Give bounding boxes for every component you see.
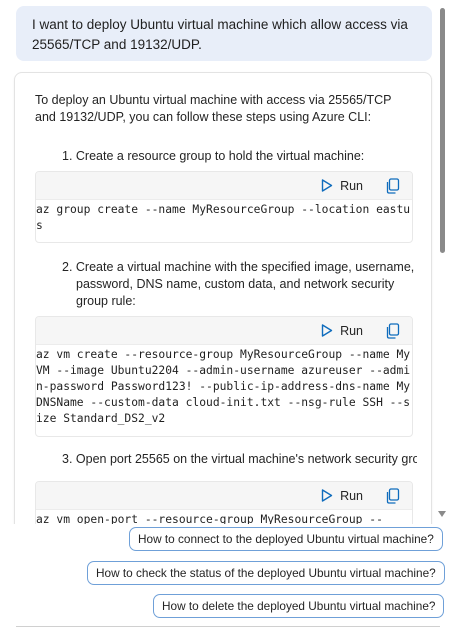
play-icon: [321, 324, 333, 337]
code-text: az vm open-port --resource-group MyResou…: [36, 513, 383, 524]
run-button-label: Run: [340, 178, 363, 193]
code-toolbar: Run: [36, 172, 412, 200]
suggestion-check-status[interactable]: How to check the status of the deployed …: [87, 561, 445, 585]
play-icon: [321, 179, 333, 192]
chat-scroll-area[interactable]: To deploy an Ubuntu virtual machine with…: [0, 64, 440, 524]
step-1-text: 1. Create a resource group to hold the v…: [62, 149, 365, 163]
run-button[interactable]: Run: [321, 324, 363, 338]
run-button-label: Run: [340, 323, 363, 338]
copy-icon[interactable]: [385, 487, 400, 504]
scrollbar-thumb[interactable]: [440, 8, 445, 253]
code-text: az vm create --resource-group MyResource…: [36, 348, 411, 425]
copy-icon[interactable]: [385, 322, 400, 339]
code-block-1: Run az group create --name MyResourceGro…: [35, 171, 413, 243]
run-button[interactable]: Run: [321, 179, 363, 193]
input-divider: [16, 626, 440, 627]
suggestion-connect[interactable]: How to connect to the deployed Ubuntu vi…: [129, 527, 443, 551]
code-text: az group create --name MyResourceGroup -…: [36, 203, 411, 232]
user-message-text: I want to deploy Ubuntu virtual machine …: [32, 17, 408, 52]
run-button[interactable]: Run: [321, 489, 363, 503]
scroll-down-arrow-icon[interactable]: [438, 511, 446, 517]
code-block-2: Run az vm create --resource-group MyReso…: [35, 316, 413, 437]
user-message-bubble: I want to deploy Ubuntu virtual machine …: [16, 6, 432, 61]
copy-icon[interactable]: [385, 177, 400, 194]
chat-scrollbar[interactable]: [438, 0, 447, 524]
code-toolbar: Run: [36, 482, 412, 510]
code-block-3: Run az vm open-port --resource-group MyR…: [35, 481, 413, 524]
suggestion-delete[interactable]: How to delete the deployed Ubuntu virtua…: [153, 594, 445, 618]
code-toolbar: Run: [36, 317, 412, 345]
step-2-text: 2. Create a virtual machine with the spe…: [62, 260, 415, 308]
answer-intro: To deploy an Ubuntu virtual machine with…: [35, 93, 392, 124]
step-3-text: 3. Open port 25565 on the virtual machin…: [62, 452, 417, 466]
assistant-answer-card: To deploy an Ubuntu virtual machine with…: [14, 72, 432, 524]
run-button-label: Run: [340, 488, 363, 503]
play-icon: [321, 489, 333, 502]
